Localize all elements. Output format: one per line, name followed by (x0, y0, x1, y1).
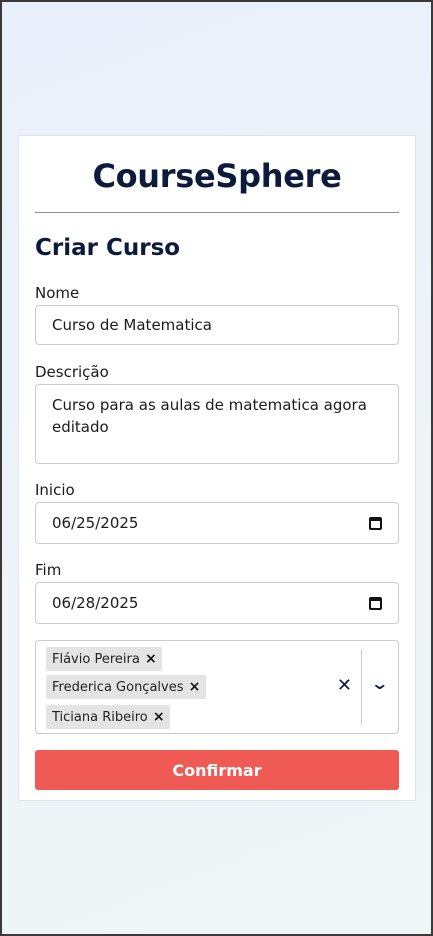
start-date-value: 06/25/2025 (52, 514, 139, 532)
calendar-icon[interactable] (369, 516, 382, 530)
selected-chip: Flávio Pereira × (46, 647, 162, 671)
name-value: Curso de Matematica (52, 316, 212, 334)
chip-label: Ticiana Ribeiro (52, 709, 148, 725)
selected-chip: Frederica Gonçalves × (46, 675, 206, 699)
end-date-value: 06/28/2025 (52, 594, 139, 612)
course-form-card: CourseSphere Criar Curso Nome Curso de M… (18, 135, 416, 801)
end-date-input[interactable]: 06/28/2025 (35, 582, 399, 624)
name-label: Nome (35, 284, 80, 302)
name-input[interactable]: Curso de Matematica (35, 305, 399, 345)
app-title: CourseSphere (92, 157, 342, 195)
description-value: Curso para as aulas de matematica agora … (52, 396, 367, 436)
form-heading: Criar Curso (35, 235, 181, 261)
start-date-label: Inicio (35, 481, 75, 499)
selected-chip: Ticiana Ribeiro × (46, 705, 170, 729)
chip-label: Flávio Pereira (52, 651, 140, 667)
description-textarea[interactable]: Curso para as aulas de matematica agora … (35, 384, 399, 464)
calendar-icon[interactable] (369, 596, 382, 610)
clear-selection-icon[interactable]: ✕ (337, 675, 352, 696)
end-date-label: Fim (35, 561, 62, 579)
indicator-separator (361, 649, 362, 725)
remove-chip-icon[interactable]: × (148, 709, 170, 725)
divider (35, 212, 399, 213)
chevron-down-icon[interactable]: ⌄ (370, 674, 389, 693)
remove-chip-icon[interactable]: × (140, 651, 162, 667)
chip-label: Frederica Gonçalves (52, 679, 184, 695)
remove-chip-icon[interactable]: × (184, 679, 206, 695)
confirm-button[interactable]: Confirmar (35, 750, 399, 790)
start-date-input[interactable]: 06/25/2025 (35, 502, 399, 544)
description-label: Descrição (35, 363, 109, 381)
instructors-multiselect[interactable]: Flávio Pereira × Frederica Gonçalves × T… (35, 640, 399, 734)
